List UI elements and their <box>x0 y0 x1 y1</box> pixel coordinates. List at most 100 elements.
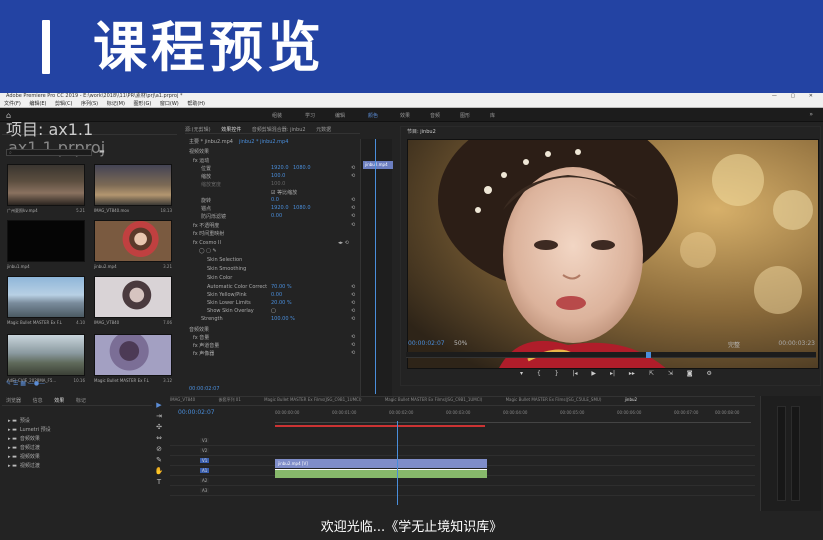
timeline-panel: IMAG_VT840 嵌套序列 01 Magic Bullet MASTER E… <box>170 396 755 511</box>
mask-shape-icons[interactable]: ◯ ▢ ✎ <box>199 248 217 256</box>
ripple-edit-tool-icon[interactable]: ✣ <box>153 423 165 434</box>
menu-graphics[interactable]: 图形(G) <box>134 101 152 107</box>
play-icon[interactable]: ▶ <box>591 370 596 377</box>
clip-thumbnail[interactable] <box>7 220 85 262</box>
hand-tool-icon[interactable]: ✋ <box>153 467 165 478</box>
track-select-tool-icon[interactable]: ⇥ <box>153 412 165 423</box>
selection-tool-icon[interactable]: ▶ <box>153 401 165 412</box>
sequence-tab-active[interactable]: jinbu2 <box>625 397 637 402</box>
mark-out-icon[interactable]: { <box>537 370 541 377</box>
tab-source[interactable]: 源:(无剪辑) <box>185 127 211 133</box>
tab-media-browser[interactable]: 浏览器 <box>6 398 21 404</box>
workspace-menu-icon[interactable]: » <box>809 111 813 118</box>
menu-clip[interactable]: 剪辑(C) <box>55 101 72 107</box>
effects-folder-item[interactable]: ▸ ▬ 预设 <box>8 417 30 424</box>
lift-icon[interactable]: ⇱ <box>649 370 654 377</box>
workspace-color[interactable]: 颜色 <box>368 112 378 119</box>
menu-help[interactable]: 帮助(H) <box>187 101 205 107</box>
mark-in-icon[interactable]: ▾ <box>520 370 523 377</box>
extract-icon[interactable]: ⇲ <box>668 370 673 377</box>
tab-effect-controls[interactable]: 效果控件 <box>221 127 241 133</box>
effects-folder-item[interactable]: ▸ ▬ 音频效果 <box>8 435 40 442</box>
clip-thumbnail[interactable] <box>7 164 85 206</box>
sequence-tab[interactable]: 嵌套序列 01 <box>219 397 241 402</box>
sequence-tab[interactable]: Magic Bullet MASTER Ex Films(JSG_C9B1_1U… <box>385 397 482 402</box>
effect-row: fx 音量 ⟲ <box>193 334 356 341</box>
mini-playhead[interactable] <box>375 139 376 394</box>
timeline-ruler[interactable]: 00:00:00:00 00:00:01:00 00:00:02:00 00:0… <box>275 409 751 423</box>
tab-effects[interactable]: 效果 <box>54 398 64 404</box>
video-track-2[interactable]: V2 <box>170 447 755 456</box>
playback-quality-select[interactable]: 完整 <box>728 340 740 349</box>
clip-thumbnail[interactable] <box>7 276 85 318</box>
tab-markers[interactable]: 标记 <box>76 398 86 404</box>
pencil-icon[interactable]: ✎ <box>6 380 11 387</box>
timeline-timecode[interactable]: 00:00:02:07 <box>178 409 215 416</box>
effect-row: 防闪烁滤镜 0.00 ⟲ <box>201 213 356 220</box>
settings-icon[interactable]: ⚙ <box>707 370 712 377</box>
sequence-tab[interactable]: IMAG_VT840 <box>170 397 195 402</box>
menu-marker[interactable]: 标记(M) <box>107 101 125 107</box>
razor-tool-icon[interactable]: ⊘ <box>153 445 165 456</box>
home-icon[interactable]: ⌂ <box>6 111 11 120</box>
program-timecode[interactable]: 00:00:02:07 <box>408 340 445 347</box>
menu-window[interactable]: 窗口(W) <box>160 101 179 107</box>
workspace-effects[interactable]: 效果 <box>400 112 410 119</box>
clip-thumbnail[interactable] <box>94 276 172 318</box>
sequence-tab[interactable]: Magic Bullet MASTER Ex Films(JSG_C9B1_1U… <box>264 397 361 402</box>
list-view-icon[interactable]: ☰ <box>13 380 18 387</box>
program-playhead[interactable] <box>646 352 651 358</box>
icon-view-icon[interactable]: ▦ <box>20 380 26 387</box>
step-back-icon[interactable]: |◂ <box>572 370 577 377</box>
effects-folder-item[interactable]: ▸ ▬ 视频过渡 <box>8 462 40 469</box>
project-header[interactable]: 项目: ax1.1 <box>2 122 177 138</box>
program-scrub-bar[interactable] <box>406 352 816 358</box>
workspace-learning[interactable]: 学习 <box>305 112 315 119</box>
effect-row: 锚点 1920.0 1080.0 ⟲ <box>201 205 356 212</box>
step-forward-icon[interactable]: ▸| <box>610 370 615 377</box>
timeline-playhead[interactable] <box>397 421 398 505</box>
window-controls[interactable]: — ▢ ✕ <box>772 93 819 100</box>
clip-thumbnail[interactable] <box>94 164 172 206</box>
tab-audio-mixer[interactable]: 音频剪辑混合器: jinbu2 <box>252 127 306 133</box>
project-search-input[interactable]: ⌕ <box>6 149 92 156</box>
pen-tool-icon[interactable]: ✎ <box>153 456 165 467</box>
effects-folder-item[interactable]: ▸ ▬ 视频效果 <box>8 453 40 460</box>
workspace-graphics[interactable]: 图形 <box>460 112 470 119</box>
workspace-libraries[interactable]: 库 <box>490 112 495 119</box>
tab-info[interactable]: 信息 <box>33 398 43 404</box>
course-banner: 课程预览 <box>0 0 823 93</box>
rate-stretch-tool-icon[interactable]: ⇔ <box>153 434 165 445</box>
zoom-slider[interactable]: —●— <box>28 380 45 387</box>
menu-edit[interactable]: 编辑(E) <box>29 101 46 107</box>
clip-thumbnail[interactable] <box>7 334 85 376</box>
program-tab[interactable]: 节目: jinbu2 <box>407 128 436 135</box>
menu-file[interactable]: 文件(F) <box>4 101 21 107</box>
clip-thumbnail[interactable] <box>94 220 172 262</box>
effects-folder-item[interactable]: ▸ ▬ 音频过渡 <box>8 444 40 451</box>
zoom-fit-select[interactable]: 50% <box>454 340 467 347</box>
effects-timecode[interactable]: 00:00:02:07 <box>189 386 220 394</box>
tab-metadata[interactable]: 元数据 <box>316 127 331 133</box>
clip-thumbnail[interactable] <box>94 334 172 376</box>
audio-clip[interactable] <box>275 469 487 478</box>
workspace-assembly[interactable]: 组装 <box>272 112 282 119</box>
audio-track-3[interactable]: A3 <box>170 487 755 496</box>
video-clip[interactable]: jinbu2.mp4 [V] <box>275 459 487 468</box>
workspace-editing[interactable]: 编辑 <box>335 112 345 119</box>
menu-sequence[interactable]: 序列(S) <box>81 101 98 107</box>
export-frame-icon[interactable]: ◙ <box>687 370 693 377</box>
workspace-audio[interactable]: 音频 <box>430 112 440 119</box>
render-bar <box>275 425 485 427</box>
sequence-tab[interactable]: Magic Bullet MASTER Ex Films(JSG_C5ULE_S… <box>506 397 602 402</box>
effects-folder-item[interactable]: ▸ ▬ Lumetri 预设 <box>8 426 51 433</box>
effect-row: Skin Lower Limits 20.00 % ⟲ <box>207 300 356 306</box>
new-bin-icon[interactable]: ▬ <box>99 148 105 155</box>
audio-track-2[interactable]: A2 <box>170 477 755 486</box>
type-tool-icon[interactable]: T <box>153 478 165 489</box>
mini-clip[interactable]: jinbu2.mp4 <box>363 161 393 169</box>
effect-row: 旋转 0.0 ⟲ <box>201 197 356 204</box>
go-to-in-icon[interactable]: } <box>555 370 559 377</box>
go-to-out-icon[interactable]: ▸▸ <box>629 370 635 377</box>
video-track-3[interactable]: V3 <box>170 437 755 446</box>
